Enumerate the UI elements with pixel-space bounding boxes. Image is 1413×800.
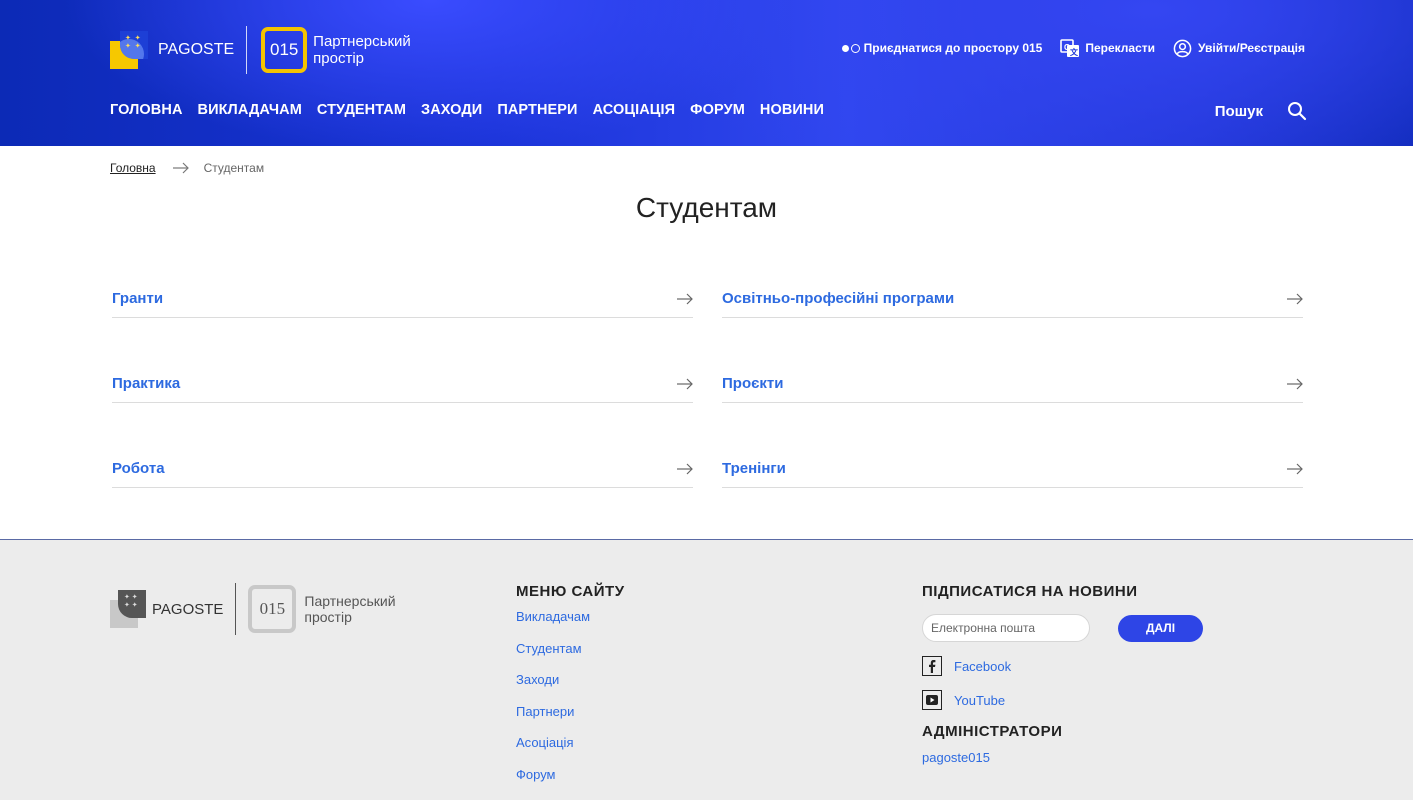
arrow-right-icon bbox=[677, 463, 693, 474]
link-jobs[interactable]: Робота bbox=[112, 450, 693, 488]
email-field[interactable] bbox=[922, 614, 1090, 642]
footer-menu-item-forum[interactable]: Форум bbox=[516, 766, 625, 798]
login-link[interactable]: Увійти/Реєстрація bbox=[1173, 39, 1305, 58]
link-projects[interactable]: Проєкти bbox=[722, 365, 1303, 403]
translate-icon: G 文 bbox=[1060, 39, 1080, 57]
arrow-right-icon bbox=[172, 162, 189, 174]
nav-item-teachers[interactable]: ВИКЛАДАЧАМ bbox=[198, 102, 302, 118]
nav-item-news[interactable]: НОВИНИ bbox=[760, 102, 824, 118]
search-label: Пошук bbox=[1214, 102, 1263, 120]
subscribe-button[interactable]: ДАЛІ bbox=[1118, 614, 1203, 642]
footer-number-badge: 015 bbox=[248, 585, 297, 633]
arrow-right-icon bbox=[677, 293, 693, 304]
facebook-link[interactable]: Facebook bbox=[922, 656, 1222, 676]
youtube-link[interactable]: YouTube bbox=[922, 690, 1222, 710]
footer-menu-item-students[interactable]: Студентам bbox=[516, 640, 625, 672]
footer-menu-item-teachers[interactable]: Викладачам bbox=[516, 608, 625, 640]
brand-name: PAGOSTE bbox=[158, 41, 235, 58]
link-label: Освітньо-професійні програми bbox=[722, 290, 955, 307]
nav-item-forum[interactable]: ФОРУМ bbox=[690, 102, 745, 118]
partner-space-label: Партнерський простір bbox=[313, 33, 411, 67]
youtube-label: YouTube bbox=[954, 692, 1006, 708]
arrow-right-icon bbox=[1287, 293, 1303, 304]
main-nav: ГОЛОВНА ВИКЛАДАЧАМ СТУДЕНТАМ ЗАХОДИ ПАРТ… bbox=[110, 102, 839, 118]
nav-item-students[interactable]: СТУДЕНТАМ bbox=[317, 102, 406, 118]
link-programs[interactable]: Освітньо-професійні програми bbox=[722, 280, 1303, 318]
site-footer: ✦ ✦ ✦ ✦ PAGOSTE 015 Партнерський простір … bbox=[0, 539, 1413, 800]
arrow-right-icon bbox=[677, 378, 693, 389]
header-actions: Приєднатися до простору 015 G 文 Переклас… bbox=[824, 38, 1305, 58]
nav-item-partners[interactable]: ПАРТНЕРИ bbox=[497, 102, 577, 118]
user-icon bbox=[1173, 39, 1192, 57]
admin-link[interactable]: pagoste015 bbox=[922, 750, 1222, 765]
pagoste-logo-icon: ✦ ✦ ✦ ✦ bbox=[110, 31, 148, 69]
page-title: Студентам bbox=[635, 192, 778, 223]
footer-menu-item-partners[interactable]: Партнери bbox=[516, 703, 625, 735]
link-trainings[interactable]: Тренінги bbox=[722, 450, 1303, 488]
youtube-icon bbox=[922, 690, 942, 710]
arrow-right-icon bbox=[1287, 378, 1303, 389]
footer-logo-divider bbox=[235, 583, 237, 635]
space-number-badge: 015 bbox=[261, 27, 308, 73]
translate-label: Перекласти bbox=[1085, 41, 1156, 55]
svg-text:文: 文 bbox=[1070, 47, 1079, 57]
link-internship[interactable]: Практика bbox=[112, 365, 693, 403]
link-grants[interactable]: Гранти bbox=[112, 280, 693, 318]
join-label: Приєднатися до простору 015 bbox=[863, 41, 1043, 55]
join-space-link[interactable]: Приєднатися до простору 015 bbox=[841, 41, 1043, 55]
footer-brand-name: PAGOSTE bbox=[152, 600, 224, 618]
pagoste-logo-icon: ✦ ✦ ✦ ✦ bbox=[110, 590, 146, 628]
nav-item-events[interactable]: ЗАХОДИ bbox=[421, 102, 482, 118]
translate-button[interactable]: G 文 Перекласти bbox=[1060, 38, 1155, 58]
search-button[interactable]: Пошук bbox=[1215, 101, 1307, 121]
breadcrumb: Головна Студентам bbox=[110, 161, 264, 175]
footer-menu-item-events[interactable]: Заходи bbox=[516, 671, 625, 703]
subscribe-heading: ПІДПИСАТИСЯ НА НОВИНИ bbox=[922, 583, 1138, 600]
footer-logo[interactable]: ✦ ✦ ✦ ✦ PAGOSTE 015 Партнерський простір bbox=[110, 583, 414, 635]
admins-heading: АДМІНІСТРАТОРИ bbox=[922, 723, 1063, 740]
login-label: Увійти/Реєстрація bbox=[1198, 41, 1305, 55]
subscribe-form: ДАЛІ bbox=[922, 614, 1222, 642]
breadcrumb-current: Студентам bbox=[203, 161, 265, 175]
link-label: Робота bbox=[112, 460, 165, 477]
breadcrumb-home[interactable]: Головна bbox=[110, 161, 156, 175]
link-label: Практика bbox=[112, 375, 181, 392]
footer-menu: МЕНЮ САЙТУ Викладачам Студентам Заходи П… bbox=[516, 583, 625, 797]
site-header: ✦ ✦ ✦ ✦ PAGOSTE 015 Партнерський простір … bbox=[0, 0, 1413, 146]
footer-menu-heading: МЕНЮ САЙТУ bbox=[516, 583, 625, 600]
arrow-right-icon bbox=[1287, 463, 1303, 474]
site-logo[interactable]: ✦ ✦ ✦ ✦ PAGOSTE 015 Партнерський простір bbox=[110, 26, 433, 74]
link-label: Проєкти bbox=[722, 375, 784, 392]
footer-menu-item-association[interactable]: Асоціація bbox=[516, 734, 625, 766]
nav-item-association[interactable]: АСОЦІАЦІЯ bbox=[593, 102, 676, 118]
footer-partner-label: Партнерський простір bbox=[304, 593, 396, 625]
join-dots-icon bbox=[841, 43, 860, 53]
facebook-label: Facebook bbox=[954, 658, 1012, 674]
facebook-icon bbox=[922, 656, 942, 676]
nav-item-home[interactable]: ГОЛОВНА bbox=[110, 102, 183, 118]
subscribe-section: ПІДПИСАТИСЯ НА НОВИНИ ДАЛІ Facebook YouT… bbox=[922, 583, 1222, 765]
search-icon bbox=[1288, 102, 1307, 121]
link-label: Тренінги bbox=[722, 460, 786, 477]
link-label: Гранти bbox=[112, 290, 164, 307]
logo-divider bbox=[246, 26, 248, 74]
